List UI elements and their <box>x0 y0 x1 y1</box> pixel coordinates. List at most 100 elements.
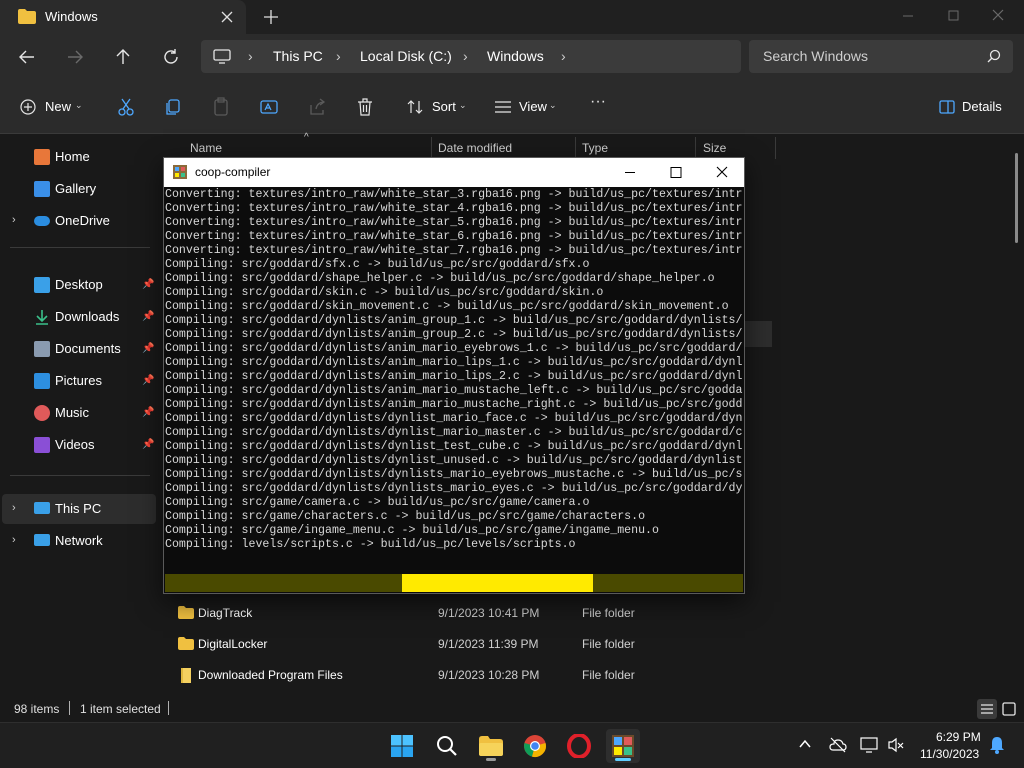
console-minimize-icon[interactable] <box>607 158 653 187</box>
notification-bell-icon[interactable] <box>989 736 1005 754</box>
expand-chevron-icon[interactable]: › <box>12 534 16 546</box>
console-line: Converting: textures/intro_raw/white_sta… <box>165 244 743 257</box>
sidebar-item-music[interactable]: Music 📌 <box>2 398 156 428</box>
start-button[interactable] <box>385 729 419 763</box>
column-divider[interactable] <box>575 137 576 159</box>
file-date: 9/1/2023 10:28 PM <box>438 668 540 682</box>
pin-icon[interactable]: 📌 <box>142 407 154 418</box>
column-divider[interactable] <box>431 137 432 159</box>
sidebar-item-network[interactable]: › Network <box>2 526 156 556</box>
column-divider[interactable] <box>695 137 696 159</box>
share-icon[interactable] <box>307 95 327 119</box>
chrome-app[interactable] <box>518 729 552 763</box>
restore-icon[interactable] <box>942 6 964 26</box>
details-button[interactable]: Details <box>939 95 1009 119</box>
console-titlebar[interactable]: coop-compiler <box>164 158 744 187</box>
sort-label: Sort <box>432 99 456 114</box>
console-line: Compiling: src/goddard/dynlists/anim_mar… <box>165 356 743 369</box>
column-divider[interactable] <box>775 137 776 159</box>
up-arrow-icon[interactable] <box>112 46 134 68</box>
folder-icon <box>178 637 194 650</box>
sidebar-item-home[interactable]: Home <box>2 142 156 172</box>
sidebar-item-onedrive[interactable]: › OneDrive <box>2 206 156 236</box>
column-header-name[interactable]: Name <box>190 141 222 155</box>
sidebar-item-documents[interactable]: Documents 📌 <box>2 334 156 364</box>
sort-button[interactable]: Sort ⌄ <box>406 95 470 119</box>
tiles-view-icon[interactable] <box>999 699 1019 719</box>
column-header-type[interactable]: Type <box>582 141 608 155</box>
sidebar-item-label: Network <box>55 533 103 548</box>
tab-close-icon[interactable] <box>218 8 236 26</box>
volume-muted-icon[interactable] <box>887 737 905 753</box>
breadcrumb-chevron-icon: › <box>463 48 468 64</box>
back-arrow-icon[interactable] <box>16 46 38 68</box>
minimize-icon[interactable] <box>897 6 919 26</box>
breadcrumb-this-pc[interactable]: This PC <box>273 48 323 64</box>
windows-logo-icon <box>391 735 413 757</box>
cut-icon[interactable] <box>116 95 136 119</box>
file-explorer-app[interactable] <box>474 729 508 763</box>
pin-icon[interactable]: 📌 <box>142 343 154 354</box>
chevron-up-icon[interactable] <box>798 737 812 751</box>
more-options-icon[interactable]: ··· <box>590 93 610 117</box>
console-maximize-icon[interactable] <box>653 158 699 187</box>
coop-compiler-app[interactable] <box>606 729 640 763</box>
sidebar-item-pictures[interactable]: Pictures 📌 <box>2 366 156 396</box>
cloud-off-icon[interactable] <box>829 737 847 753</box>
folder-icon <box>479 736 503 756</box>
network-status-icon[interactable] <box>860 737 878 753</box>
console-close-icon[interactable] <box>699 158 745 187</box>
delete-icon[interactable] <box>355 95 375 119</box>
item-count: 98 items <box>14 702 60 716</box>
close-window-icon[interactable] <box>987 6 1009 26</box>
clock-time[interactable]: 6:29 PM <box>936 730 981 744</box>
pin-icon[interactable]: 📌 <box>142 375 154 386</box>
column-header-date-modified[interactable]: Date modified <box>438 141 512 155</box>
file-date: 9/1/2023 11:39 PM <box>438 637 539 651</box>
new-button[interactable]: New ⌄ <box>20 95 86 119</box>
console-window[interactable]: coop-compiler Converting: textures/intro… <box>163 157 745 594</box>
sidebar-item-label: Desktop <box>55 277 103 292</box>
console-title: coop-compiler <box>195 165 271 179</box>
expand-chevron-icon[interactable]: › <box>12 502 16 514</box>
chevron-down-icon: ⌄ <box>459 100 467 110</box>
table-row[interactable]: DiagTrack 9/1/2023 10:41 PM File folder <box>172 598 772 628</box>
address-bar[interactable]: › This PC › Local Disk (C:) › Windows › <box>201 40 741 73</box>
breadcrumb-chevron-icon[interactable]: › <box>561 48 566 64</box>
view-button[interactable]: View ⌄ <box>494 95 560 119</box>
column-header-size[interactable]: Size <box>703 141 726 155</box>
table-row[interactable]: DigitalLocker 9/1/2023 11:39 PM File fol… <box>172 629 772 659</box>
clock-date[interactable]: 11/30/2023 <box>920 747 979 761</box>
pin-icon[interactable]: 📌 <box>142 311 154 322</box>
sidebar-item-desktop[interactable]: Desktop 📌 <box>2 270 156 300</box>
breadcrumb-local-disk[interactable]: Local Disk (C:) <box>360 48 452 64</box>
console-output[interactable]: Converting: textures/intro_raw/white_sta… <box>165 188 743 563</box>
tab-windows[interactable]: Windows <box>0 0 246 34</box>
search-input[interactable]: Search Windows <box>749 40 1013 73</box>
pin-icon[interactable]: 📌 <box>142 279 154 290</box>
breadcrumb-windows[interactable]: Windows <box>487 48 544 64</box>
new-tab-icon[interactable] <box>261 7 281 27</box>
sidebar-item-downloads[interactable]: Downloads 📌 <box>2 302 156 332</box>
sidebar-item-videos[interactable]: Videos 📌 <box>2 430 156 460</box>
new-label: New <box>45 99 72 114</box>
console-line: Compiling: src/goddard/dynlists/dynlist_… <box>165 412 743 425</box>
opera-app[interactable] <box>562 729 596 763</box>
sidebar-item-gallery[interactable]: Gallery <box>2 174 156 204</box>
view-list-icon <box>494 100 512 114</box>
pin-icon[interactable]: 📌 <box>142 439 154 450</box>
copy-icon[interactable] <box>163 95 183 119</box>
sidebar-item-this-pc[interactable]: › This PC <box>2 494 156 524</box>
details-view-icon[interactable] <box>977 699 997 719</box>
table-row[interactable]: Downloaded Program Files 9/1/2023 10:28 … <box>172 660 772 690</box>
console-line: Compiling: src/goddard/skin_movement.c -… <box>165 300 729 313</box>
console-line: Compiling: src/goddard/dynlists/anim_gro… <box>165 328 743 341</box>
search-button[interactable] <box>430 729 464 763</box>
forward-arrow-icon[interactable] <box>64 46 86 68</box>
vertical-scrollbar[interactable] <box>1015 153 1018 243</box>
refresh-icon[interactable] <box>160 46 182 68</box>
paste-icon[interactable] <box>211 95 231 119</box>
sidebar-item-label: Downloads <box>55 309 120 324</box>
rename-icon[interactable] <box>259 95 279 119</box>
expand-chevron-icon[interactable]: › <box>12 214 16 226</box>
